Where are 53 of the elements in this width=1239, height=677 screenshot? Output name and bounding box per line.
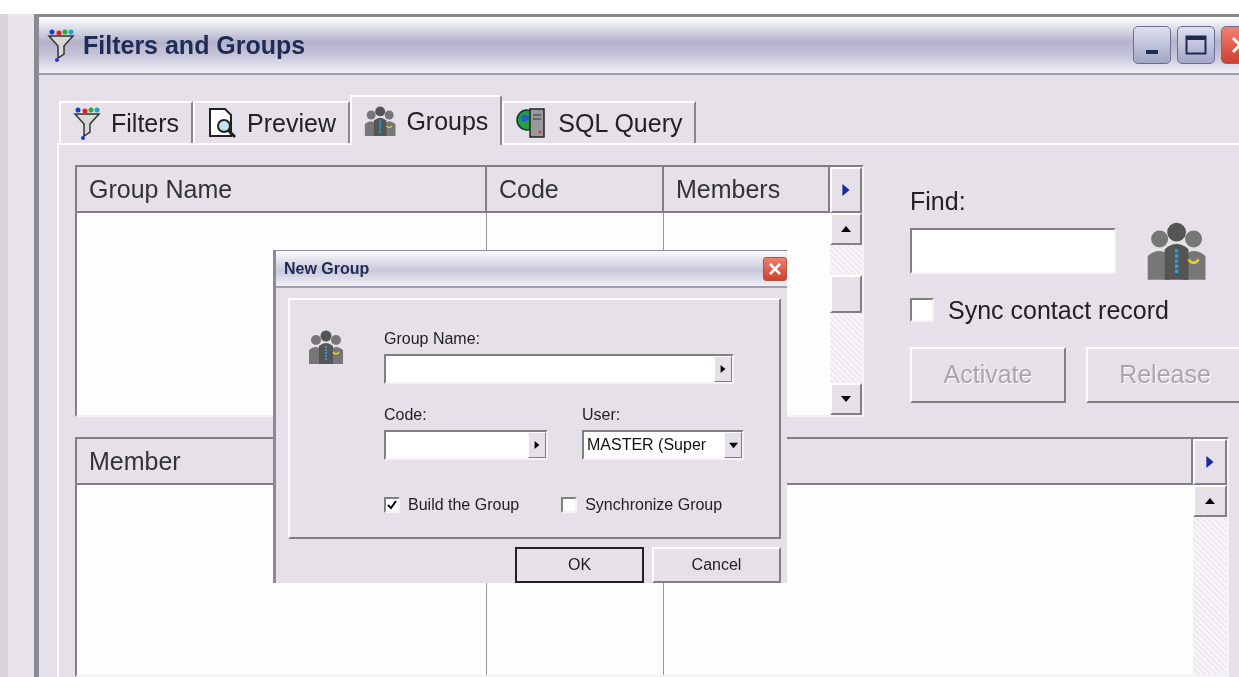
scroll-right-button[interactable]: [830, 167, 862, 213]
find-field[interactable]: [910, 227, 1116, 274]
scroll-thumb[interactable]: [830, 275, 862, 313]
dialog-button[interactable]: OK: [515, 547, 644, 583]
close-button[interactable]: [763, 256, 787, 281]
scroll-down-button[interactable]: [830, 383, 862, 415]
checkbox-label: Synchronize Group: [585, 496, 723, 515]
right-arrow-icon: [533, 441, 541, 450]
tab[interactable]: Filters: [59, 101, 194, 143]
document-magnifier-icon: [207, 107, 238, 139]
tab[interactable]: Groups: [350, 95, 503, 145]
user-dropdown[interactable]: MASTER (Super: [582, 430, 744, 461]
tab[interactable]: Preview: [193, 101, 350, 143]
field-label: User:: [582, 406, 622, 425]
people-icon: [308, 330, 344, 365]
column-header[interactable]: Group Name: [77, 167, 487, 213]
up-arrow-icon: [1205, 496, 1215, 506]
find-label: Find:: [910, 187, 967, 216]
dialog-title: New Group: [284, 259, 371, 278]
people-icon: [1146, 222, 1208, 280]
funnel-icon: [47, 28, 75, 62]
maximize-button[interactable]: [1177, 26, 1215, 64]
scroll-up-button[interactable]: [1193, 485, 1227, 517]
column-header[interactable]: Code: [487, 167, 664, 213]
checkbox[interactable]: [561, 497, 578, 514]
right-arrow-icon: [1204, 456, 1216, 468]
dialog-button[interactable]: Cancel: [652, 547, 781, 583]
checkbox[interactable]: [910, 298, 934, 323]
window-title: Filters and Groups: [83, 30, 307, 60]
group-name-field[interactable]: [384, 354, 734, 385]
scrollbar[interactable]: [1193, 485, 1227, 675]
checkmark-icon: [387, 500, 397, 511]
checkbox[interactable]: [384, 497, 400, 514]
right-arrow-icon: [840, 184, 852, 196]
code-field[interactable]: [384, 430, 548, 461]
right-arrow-icon: [719, 365, 727, 374]
tab[interactable]: SQL Query: [502, 101, 697, 143]
close-icon: [768, 261, 782, 276]
up-arrow-icon: [841, 224, 851, 234]
checkbox-label: Sync contact record: [948, 295, 1169, 325]
scrollbar[interactable]: [830, 213, 862, 415]
minimize-icon: [1146, 50, 1158, 54]
scroll-right-button[interactable]: [1193, 439, 1227, 485]
funnel-icon: [73, 106, 101, 140]
down-arrow-icon: [841, 394, 851, 404]
people-icon: [364, 105, 397, 137]
maximize-icon: [1185, 35, 1207, 55]
checkbox-label: Build the Group: [408, 496, 520, 515]
minimize-button[interactable]: [1133, 26, 1171, 64]
field-label: Group Name:: [384, 330, 482, 349]
dropdown-arrow-icon: [728, 440, 738, 450]
scroll-up-button[interactable]: [830, 213, 862, 245]
field-label: Code:: [384, 406, 428, 425]
